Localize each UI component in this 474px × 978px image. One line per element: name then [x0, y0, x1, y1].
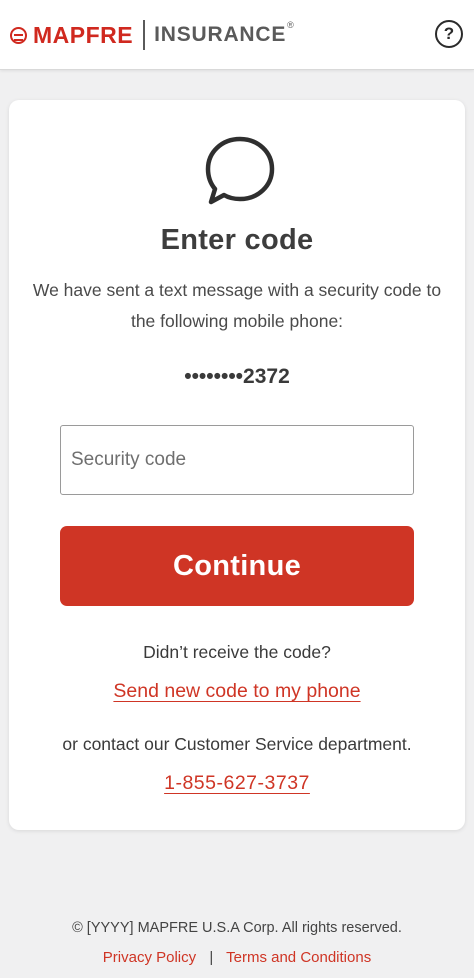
footer-links: Privacy Policy | Terms and Conditions: [0, 949, 474, 966]
enter-code-card: Enter code We have sent a text message w…: [9, 100, 465, 830]
phone-container: 1-855-627-3737: [9, 772, 465, 795]
chat-bubble-icon: [205, 136, 275, 205]
logo-divider: [143, 20, 146, 50]
registered-mark: ®: [287, 20, 294, 30]
privacy-policy-link[interactable]: Privacy Policy: [103, 949, 196, 966]
copyright-text: © [YYYY] MAPFRE U.S.A Corp. All rights r…: [72, 920, 402, 936]
top-header: MAPFRE INSURANCE ® ?: [0, 0, 474, 70]
customer-service-phone-link[interactable]: 1-855-627-3737: [164, 772, 310, 794]
instructions-text: We have sent a text message with a secur…: [32, 280, 442, 331]
contact-text: or contact our Customer Service departme…: [62, 734, 412, 754]
footer-separator: |: [209, 949, 214, 966]
resend-question-text: Didn’t receive the code?: [143, 642, 331, 662]
masked-phone-number: ••••••••2372: [184, 365, 290, 388]
question-circle-icon: ?: [443, 24, 455, 43]
resend-container: Send new code to my phone: [9, 680, 465, 703]
continue-button[interactable]: Continue: [60, 526, 414, 606]
help-button[interactable]: ?: [435, 20, 463, 48]
mapfre-insurance-logo[interactable]: MAPFRE INSURANCE ®: [10, 18, 294, 52]
mapfre-logo-icon: [10, 26, 27, 44]
page-title: Enter code: [160, 224, 314, 256]
terms-and-conditions-link[interactable]: Terms and Conditions: [226, 949, 371, 966]
logo-product-text: INSURANCE: [154, 23, 287, 46]
send-new-code-link[interactable]: Send new code to my phone: [113, 680, 360, 702]
logo-brand-text: MAPFRE: [33, 21, 134, 48]
security-code-input[interactable]: [60, 425, 414, 495]
